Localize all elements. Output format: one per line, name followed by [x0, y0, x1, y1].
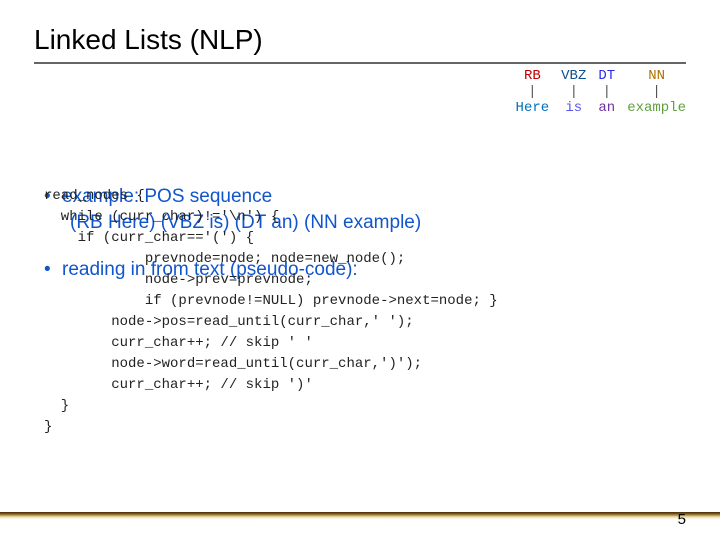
code-line: if (prevnode!=NULL) prevnode->next=node;… — [94, 293, 497, 309]
code-line: curr_char++; // skip ' ' — [78, 335, 313, 351]
pos-tree-diagram: RB VBZ DT NN | | | | Here is an example — [510, 68, 692, 116]
word-is: is — [555, 100, 592, 116]
code-line: } — [44, 419, 52, 435]
slide-title: Linked Lists (NLP) — [34, 24, 686, 56]
edge: | — [592, 84, 621, 100]
code-line: node->word=read_until(curr_char,')'); — [78, 356, 422, 372]
title-rule — [34, 62, 686, 64]
code-line: node->pos=read_until(curr_char,' '); — [78, 314, 414, 330]
word-example: example — [621, 100, 692, 116]
code-line: if (curr_char=='(') { — [44, 230, 254, 246]
page-number: 5 — [678, 511, 686, 528]
pseudocode-block: read_nodes { while (curr_char)!='\n') { … — [44, 186, 498, 438]
edge: | — [510, 84, 556, 100]
tag-dt: DT — [592, 68, 621, 84]
code-line: curr_char++; // skip ')' — [78, 377, 313, 393]
slide: Linked Lists (NLP) RB VBZ DT NN | | | | … — [0, 0, 720, 540]
code-line: } — [44, 398, 69, 414]
code-line: while (curr_char)!='\n') { — [44, 209, 279, 225]
word-here: Here — [510, 100, 556, 116]
word-an: an — [592, 100, 621, 116]
edge: | — [621, 84, 692, 100]
edge: | — [555, 84, 592, 100]
pos-tree-edges: | | | | — [510, 84, 692, 100]
tag-vbz: VBZ — [555, 68, 592, 84]
code-line: read_nodes { — [44, 188, 145, 204]
code-line: prevnode=node; node=new_node(); — [94, 251, 405, 267]
code-line: node->prev=prevnode; — [94, 272, 312, 288]
pos-tags-row: RB VBZ DT NN — [510, 68, 692, 84]
pos-words-row: Here is an example — [510, 100, 692, 116]
footer-underbar — [0, 520, 720, 540]
tag-nn: NN — [621, 68, 692, 84]
tag-rb: RB — [510, 68, 556, 84]
footer-gradient — [0, 512, 720, 520]
